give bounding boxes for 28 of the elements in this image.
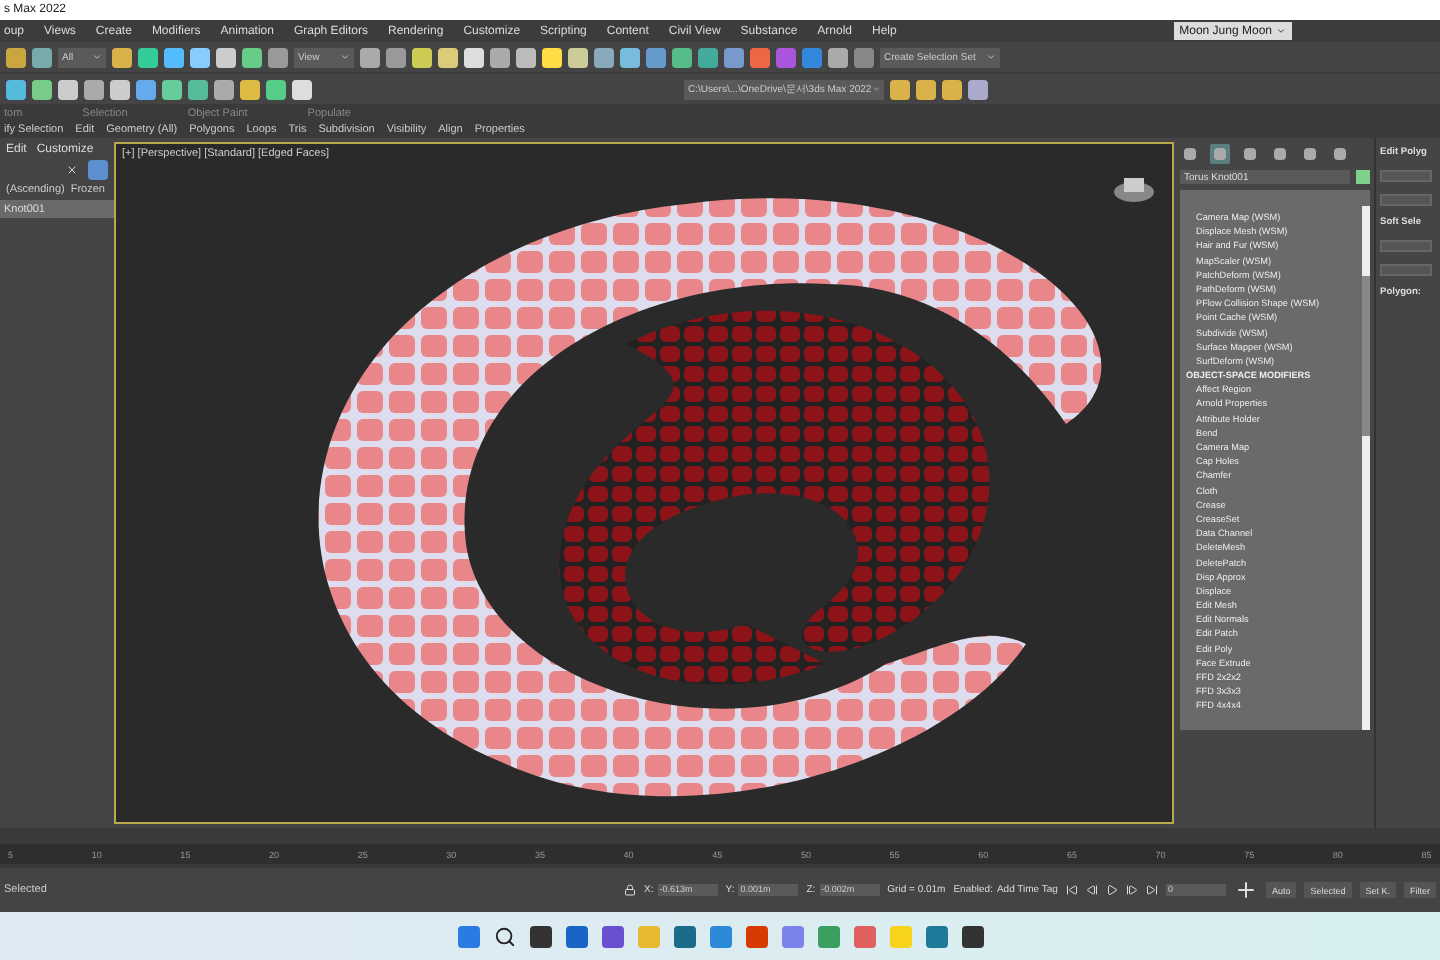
taskbar-app-icon[interactable] xyxy=(601,925,623,947)
display-toggle-icon[interactable] xyxy=(88,160,108,180)
panel-tab[interactable] xyxy=(1300,144,1320,164)
close-icon[interactable] xyxy=(66,164,78,176)
search-icon[interactable] xyxy=(493,925,515,947)
panel-tab[interactable] xyxy=(1240,144,1260,164)
last-frame-icon[interactable] xyxy=(1145,884,1158,896)
taskbar-app-icon[interactable] xyxy=(673,925,695,947)
taskbar-app-icon[interactable] xyxy=(961,925,983,947)
next-frame-icon[interactable] xyxy=(1125,884,1138,896)
add-key-icon[interactable] xyxy=(1233,878,1258,902)
view-cube-icon[interactable] xyxy=(1112,172,1156,204)
caret-icon xyxy=(92,52,102,62)
panel-tab[interactable] xyxy=(1270,144,1290,164)
caret-icon xyxy=(986,52,996,62)
lock-icon[interactable] xyxy=(624,884,637,896)
object-color-swatch[interactable] xyxy=(1356,170,1370,184)
caret-icon xyxy=(871,84,880,94)
scroll-thumb[interactable] xyxy=(1362,276,1370,436)
caret-icon xyxy=(1276,26,1286,36)
taskbar-app-icon[interactable] xyxy=(565,925,587,947)
play-icon[interactable] xyxy=(1105,884,1118,896)
taskbar-app-icon[interactable] xyxy=(529,925,551,947)
previous-frame-icon[interactable] xyxy=(1085,884,1098,896)
caret-icon xyxy=(340,52,350,62)
panel-tab[interactable] xyxy=(1330,144,1350,164)
first-frame-icon[interactable] xyxy=(1065,884,1078,896)
panel-tab[interactable] xyxy=(1180,144,1200,164)
